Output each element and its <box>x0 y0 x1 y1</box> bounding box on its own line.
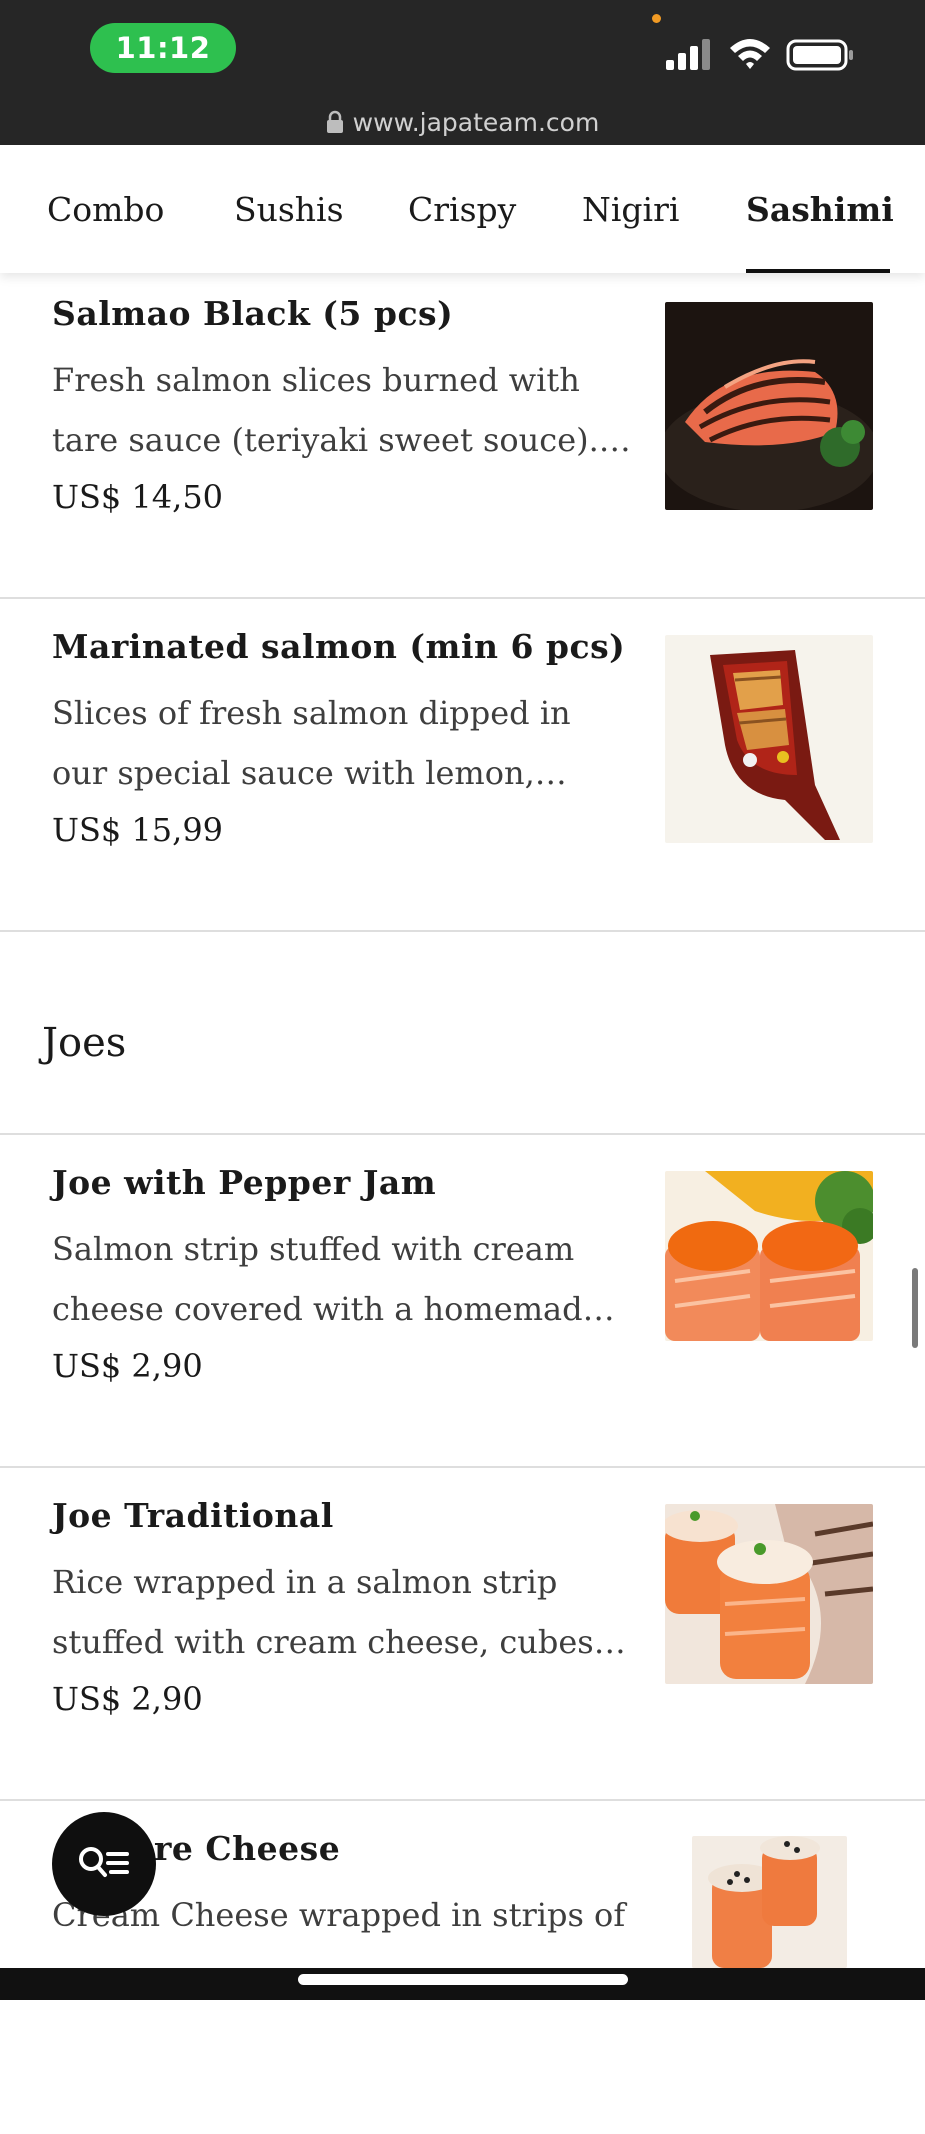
battery-icon <box>786 39 853 71</box>
item-photo <box>665 302 873 510</box>
item-photo <box>665 635 873 843</box>
tab-combo[interactable]: Combo <box>47 145 164 273</box>
tab-sashimi[interactable]: Sashimi <box>746 145 894 273</box>
address-bar[interactable]: www.japateam.com <box>0 102 925 142</box>
item-photo <box>665 1171 873 1341</box>
menu-search-button[interactable] <box>52 1812 156 1916</box>
wifi-icon <box>730 39 770 69</box>
item-description: Fresh salmon slices burned with tare sau… <box>52 361 620 459</box>
status-bar: 11:12 www.japateam.com <box>0 0 925 145</box>
item-photo <box>692 1836 847 1968</box>
item-price: US$ 2,90 <box>52 1347 203 1385</box>
category-tabs: Combo Sushis Crispy Nigiri Sashimi <box>0 145 925 273</box>
privacy-indicator-dot <box>652 14 661 23</box>
signal-icon <box>666 39 710 70</box>
item-name: Joe Traditional <box>52 1496 334 1535</box>
search-list-icon <box>79 1847 129 1877</box>
item-name: Salmao Black (5 pcs) <box>52 294 454 333</box>
active-tab-indicator <box>746 269 890 273</box>
tab-crispy[interactable]: Crispy <box>408 145 516 273</box>
status-time[interactable]: 11:12 <box>90 23 236 73</box>
item-description: Salmon strip stuffed with cream cheese c… <box>52 1230 602 1328</box>
section-title-joes: Joes <box>42 1020 127 1066</box>
item-price: US$ 2,90 <box>52 1680 203 1718</box>
scrollbar[interactable] <box>912 1268 918 1348</box>
item-name: Marinated salmon (min 6 pcs) <box>52 627 626 666</box>
home-indicator[interactable] <box>298 1974 628 1985</box>
item-price: US$ 14,50 <box>52 478 224 516</box>
item-name: re Cheese <box>154 1829 341 1868</box>
item-price: US$ 15,99 <box>52 811 224 849</box>
item-name: Joe with Pepper Jam <box>52 1163 437 1202</box>
menu-item[interactable]: Marinated salmon (min 6 pcs) Slices of f… <box>0 599 925 932</box>
menu-item[interactable]: Joe with Pepper Jam Salmon strip stuffed… <box>0 1135 925 1468</box>
tab-nigiri[interactable]: Nigiri <box>582 145 679 273</box>
tab-sushis[interactable]: Sushis <box>234 145 344 273</box>
url-text: www.japateam.com <box>352 107 600 137</box>
item-description: Slices of fresh salmon dipped in our spe… <box>52 694 571 792</box>
item-description: Rice wrapped in a salmon strip stuffed w… <box>52 1563 594 1661</box>
item-photo <box>665 1504 873 1684</box>
menu-item[interactable]: Salmao Black (5 pcs) Fresh salmon slices… <box>0 266 925 599</box>
menu-item[interactable]: Joe Traditional Rice wrapped in a salmon… <box>0 1468 925 1801</box>
lock-icon <box>326 110 343 133</box>
